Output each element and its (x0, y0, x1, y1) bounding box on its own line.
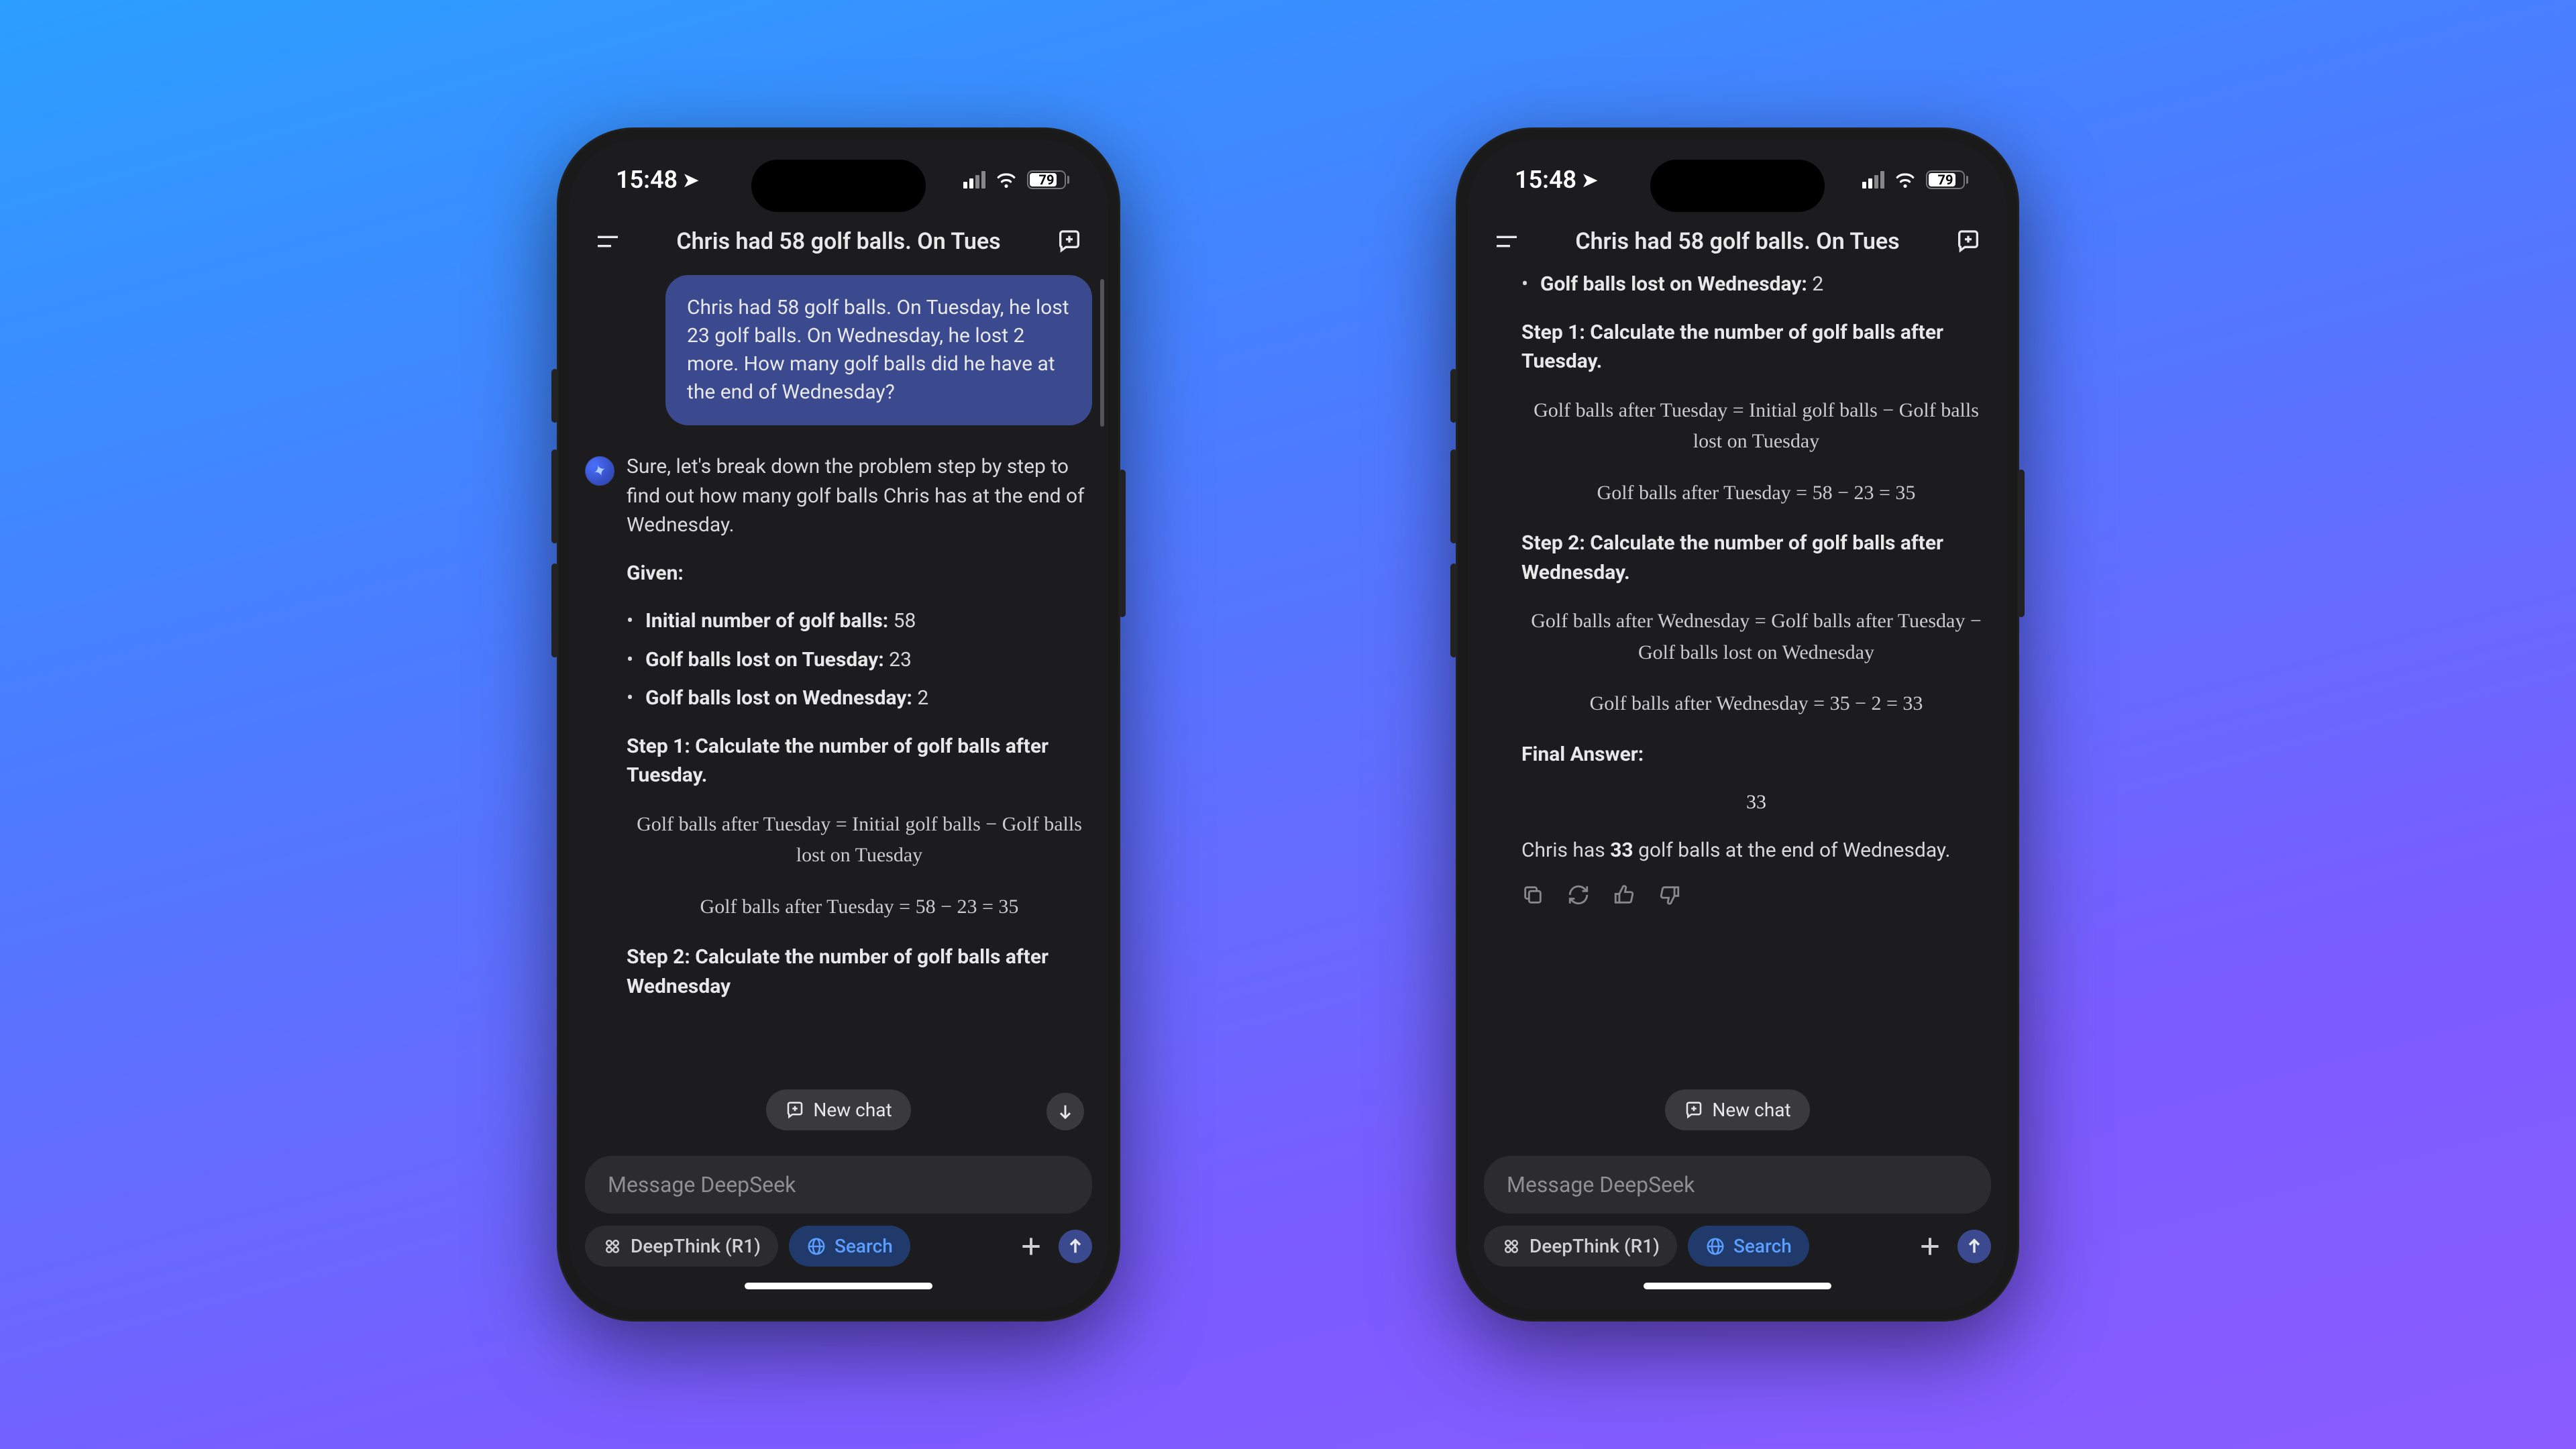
dynamic-island (751, 160, 926, 212)
phone-frame-right: 15:48 ➤ 79 Chris had 58 golf balls. On T… (1456, 127, 2019, 1322)
battery-icon: 79 (1027, 170, 1069, 189)
chat-content[interactable]: Golf balls lost on Wednesday: 2 Step 1: … (1468, 275, 2007, 1145)
assistant-intro: Sure, let's break down the problem step … (627, 452, 1092, 540)
deepthink-toggle[interactable]: DeepThink (R1) (585, 1226, 778, 1267)
chat-title: Chris had 58 golf balls. On Tues (623, 228, 1055, 255)
new-chat-label: New chat (1712, 1099, 1790, 1121)
deepthink-label: DeepThink (R1) (1529, 1235, 1660, 1257)
battery-icon: 79 (1926, 170, 1968, 189)
new-conversation-button[interactable] (1055, 227, 1084, 256)
user-message: Chris had 58 golf balls. On Tuesday, he … (665, 275, 1092, 425)
regenerate-button[interactable] (1567, 883, 1590, 906)
deepthink-label: DeepThink (R1) (631, 1235, 761, 1257)
home-indicator[interactable] (745, 1283, 932, 1289)
signal-icon (1862, 171, 1884, 189)
conclusion: Chris has 33 golf balls at the end of We… (1521, 836, 1991, 865)
side-button (1450, 564, 1457, 657)
list-item: Initial number of golf balls: 58 (627, 606, 1092, 636)
wifi-icon (1894, 166, 1917, 194)
attach-button[interactable] (1014, 1230, 1048, 1263)
given-label: Given: (627, 561, 684, 585)
equation: Golf balls after Wednesday = 35 − 2 = 33 (1521, 688, 1991, 720)
final-answer-value: 33 (1521, 788, 1991, 817)
location-icon: ➤ (1582, 169, 1597, 191)
chat-header: Chris had 58 golf balls. On Tues (569, 220, 1108, 275)
new-chat-button[interactable]: New chat (766, 1089, 910, 1130)
step-heading: Step 1: Calculate the number of golf bal… (627, 735, 1049, 788)
home-indicator[interactable] (1644, 1283, 1831, 1289)
equation: Golf balls after Tuesday = 58 − 23 = 35 (1521, 478, 1991, 509)
equation: Golf balls after Tuesday = Initial golf … (627, 809, 1092, 871)
wifi-icon (995, 166, 1018, 194)
status-time: 15:48 (616, 166, 678, 194)
message-input[interactable]: Message DeepSeek (585, 1156, 1092, 1214)
dynamic-island (1650, 160, 1825, 212)
step-heading: Step 2: Calculate the number of golf bal… (627, 945, 1049, 998)
equation: Golf balls after Tuesday = 58 − 23 = 35 (627, 892, 1092, 923)
attach-button[interactable] (1913, 1230, 1947, 1263)
search-label: Search (835, 1235, 893, 1257)
side-button (551, 449, 558, 543)
send-button[interactable] (1957, 1230, 1991, 1263)
assistant-message: Sure, let's break down the problem step … (627, 452, 1092, 1020)
new-conversation-button[interactable] (1953, 227, 1983, 256)
search-toggle[interactable]: Search (789, 1226, 910, 1267)
step-heading: Step 2: Calculate the number of golf bal… (1521, 531, 1943, 584)
status-time: 15:48 (1515, 166, 1576, 194)
final-answer-label: Final Answer: (1521, 743, 1644, 766)
menu-button[interactable] (593, 227, 623, 256)
side-button (1119, 470, 1126, 617)
side-button (1450, 369, 1457, 423)
message-input[interactable]: Message DeepSeek (1484, 1156, 1991, 1214)
assistant-message: Golf balls lost on Wednesday: 2 Step 1: … (1484, 275, 1991, 906)
equation: Golf balls after Tuesday = Initial golf … (1521, 395, 1991, 458)
menu-button[interactable] (1492, 227, 1521, 256)
copy-button[interactable] (1521, 883, 1544, 906)
scrollbar-thumb[interactable] (1100, 279, 1104, 427)
search-toggle[interactable]: Search (1688, 1226, 1809, 1267)
scroll-to-bottom-button[interactable] (1046, 1093, 1084, 1130)
side-button (551, 369, 558, 423)
location-icon: ➤ (683, 169, 698, 191)
deepthink-toggle[interactable]: DeepThink (R1) (1484, 1226, 1677, 1267)
assistant-avatar: ✦ (585, 456, 614, 486)
signal-icon (963, 171, 985, 189)
equation: Golf balls after Wednesday = Golf balls … (1521, 606, 1991, 668)
new-chat-label: New chat (813, 1099, 892, 1121)
side-button (2018, 470, 2025, 617)
thumbs-down-button[interactable] (1658, 883, 1681, 906)
list-item: Golf balls lost on Tuesday: 23 (627, 645, 1092, 675)
side-button (551, 564, 558, 657)
search-label: Search (1733, 1235, 1792, 1257)
thumbs-up-button[interactable] (1613, 883, 1635, 906)
chat-header: Chris had 58 golf balls. On Tues (1468, 220, 2007, 275)
send-button[interactable] (1059, 1230, 1092, 1263)
new-chat-button[interactable]: New chat (1665, 1089, 1809, 1130)
list-item: Golf balls lost on Wednesday: 2 (1521, 275, 1991, 299)
chat-title: Chris had 58 golf balls. On Tues (1521, 228, 1953, 255)
step-heading: Step 1: Calculate the number of golf bal… (1521, 321, 1943, 374)
chat-content[interactable]: Chris had 58 golf balls. On Tuesday, he … (569, 275, 1108, 1145)
side-button (1450, 449, 1457, 543)
phone-frame-left: 15:48 ➤ 79 Chris had 58 golf balls. On T… (557, 127, 1120, 1322)
list-item: Golf balls lost on Wednesday: 2 (627, 684, 1092, 713)
